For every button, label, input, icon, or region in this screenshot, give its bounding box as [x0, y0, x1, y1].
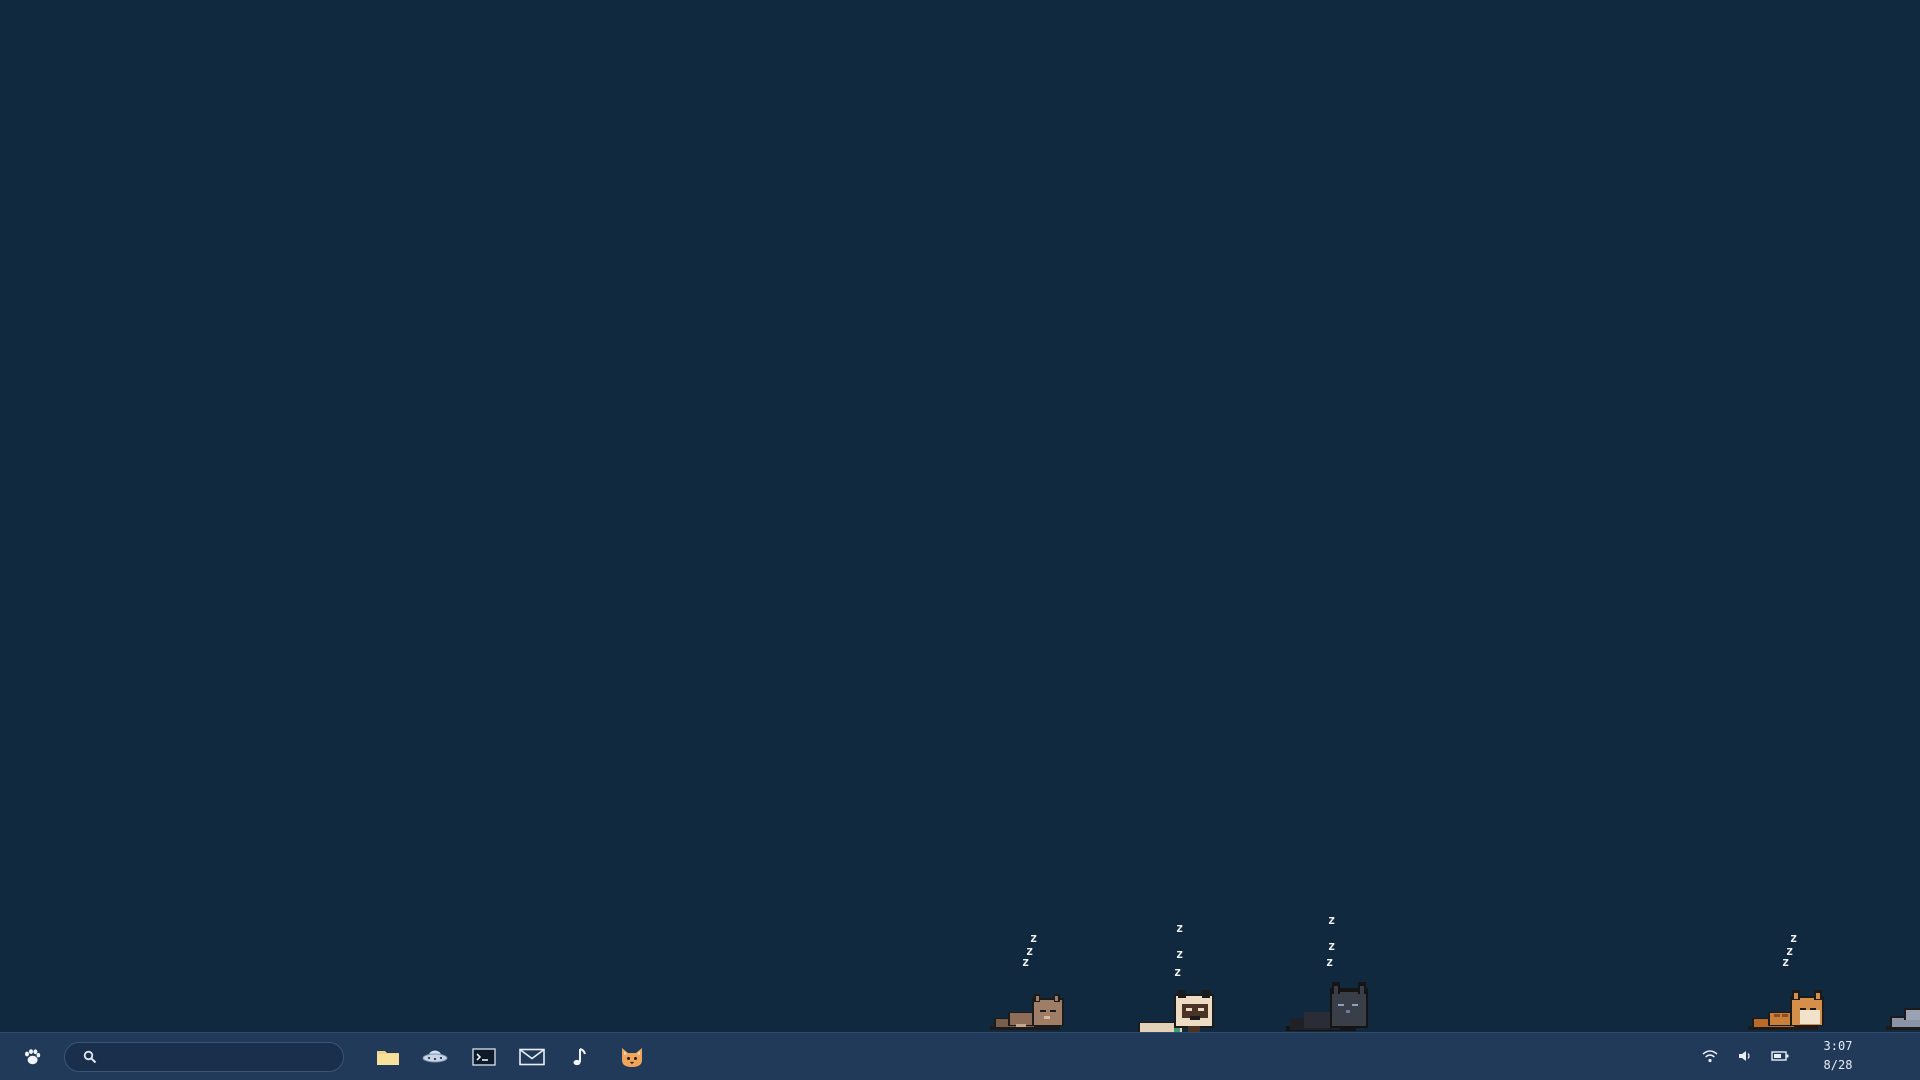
brown-cat[interactable]: z z z	[988, 932, 1078, 1032]
gray-cat[interactable]	[1884, 998, 1920, 1032]
wifi-tray-button[interactable]	[1699, 1045, 1721, 1067]
taskbar: 3:07 8/28	[0, 1032, 1920, 1080]
desktop: z z z z z z z z z z z z	[0, 0, 1920, 1032]
volume-tray-button[interactable]	[1734, 1045, 1756, 1067]
browser-app-button[interactable]	[415, 1033, 455, 1080]
files-app-button[interactable]	[368, 1033, 408, 1080]
mail-app-button[interactable]	[512, 1033, 552, 1080]
black-cat[interactable]: z z z	[1284, 914, 1380, 1032]
volume-icon	[1739, 1051, 1750, 1061]
search-box[interactable]	[64, 1042, 344, 1072]
battery-tray-button[interactable]	[1769, 1045, 1791, 1067]
search-input[interactable]	[103, 1048, 337, 1066]
start-button[interactable]	[12, 1033, 52, 1080]
ufo-icon	[422, 1050, 448, 1062]
siamese-cat-sprite	[1138, 990, 1214, 1032]
zzz-text: z	[1176, 921, 1184, 935]
music-note-icon	[573, 1047, 586, 1065]
zzz-text: z	[1782, 955, 1790, 969]
zzz-text: z	[1790, 931, 1798, 945]
folder-icon	[377, 1050, 399, 1065]
black-cat-sprite	[1286, 982, 1368, 1031]
paw-icon	[25, 1048, 41, 1064]
music-app-button[interactable]	[560, 1033, 600, 1080]
brown-cat-sprite	[990, 994, 1064, 1030]
orange-cat-sprite	[1748, 990, 1824, 1030]
siamese-cat[interactable]: z z z	[1134, 922, 1224, 1032]
cat-face-icon	[622, 1047, 642, 1067]
zzz-text: z	[1328, 913, 1336, 927]
zzz-text: z	[1328, 939, 1336, 953]
clock-date: 8/28	[1823, 1058, 1853, 1072]
zzz-text: z	[1176, 947, 1184, 961]
zzz-text: z	[1022, 955, 1030, 969]
mail-icon	[519, 1048, 545, 1065]
cat-app-button[interactable]	[612, 1033, 652, 1080]
zzz-text: z	[1326, 955, 1334, 969]
wifi-icon	[1702, 1050, 1718, 1063]
battery-icon	[1771, 1051, 1789, 1061]
orange-cat[interactable]: z z z	[1746, 932, 1836, 1032]
terminal-icon	[472, 1047, 496, 1066]
terminal-app-button[interactable]	[464, 1033, 504, 1080]
search-icon	[83, 1050, 97, 1064]
gray-cat-sprite	[1886, 1008, 1920, 1030]
zzz-text: z	[1174, 965, 1182, 979]
clock[interactable]: 3:07 8/28	[1800, 1037, 1876, 1077]
clock-time: 3:07	[1823, 1039, 1853, 1053]
zzz-text: z	[1030, 931, 1038, 945]
